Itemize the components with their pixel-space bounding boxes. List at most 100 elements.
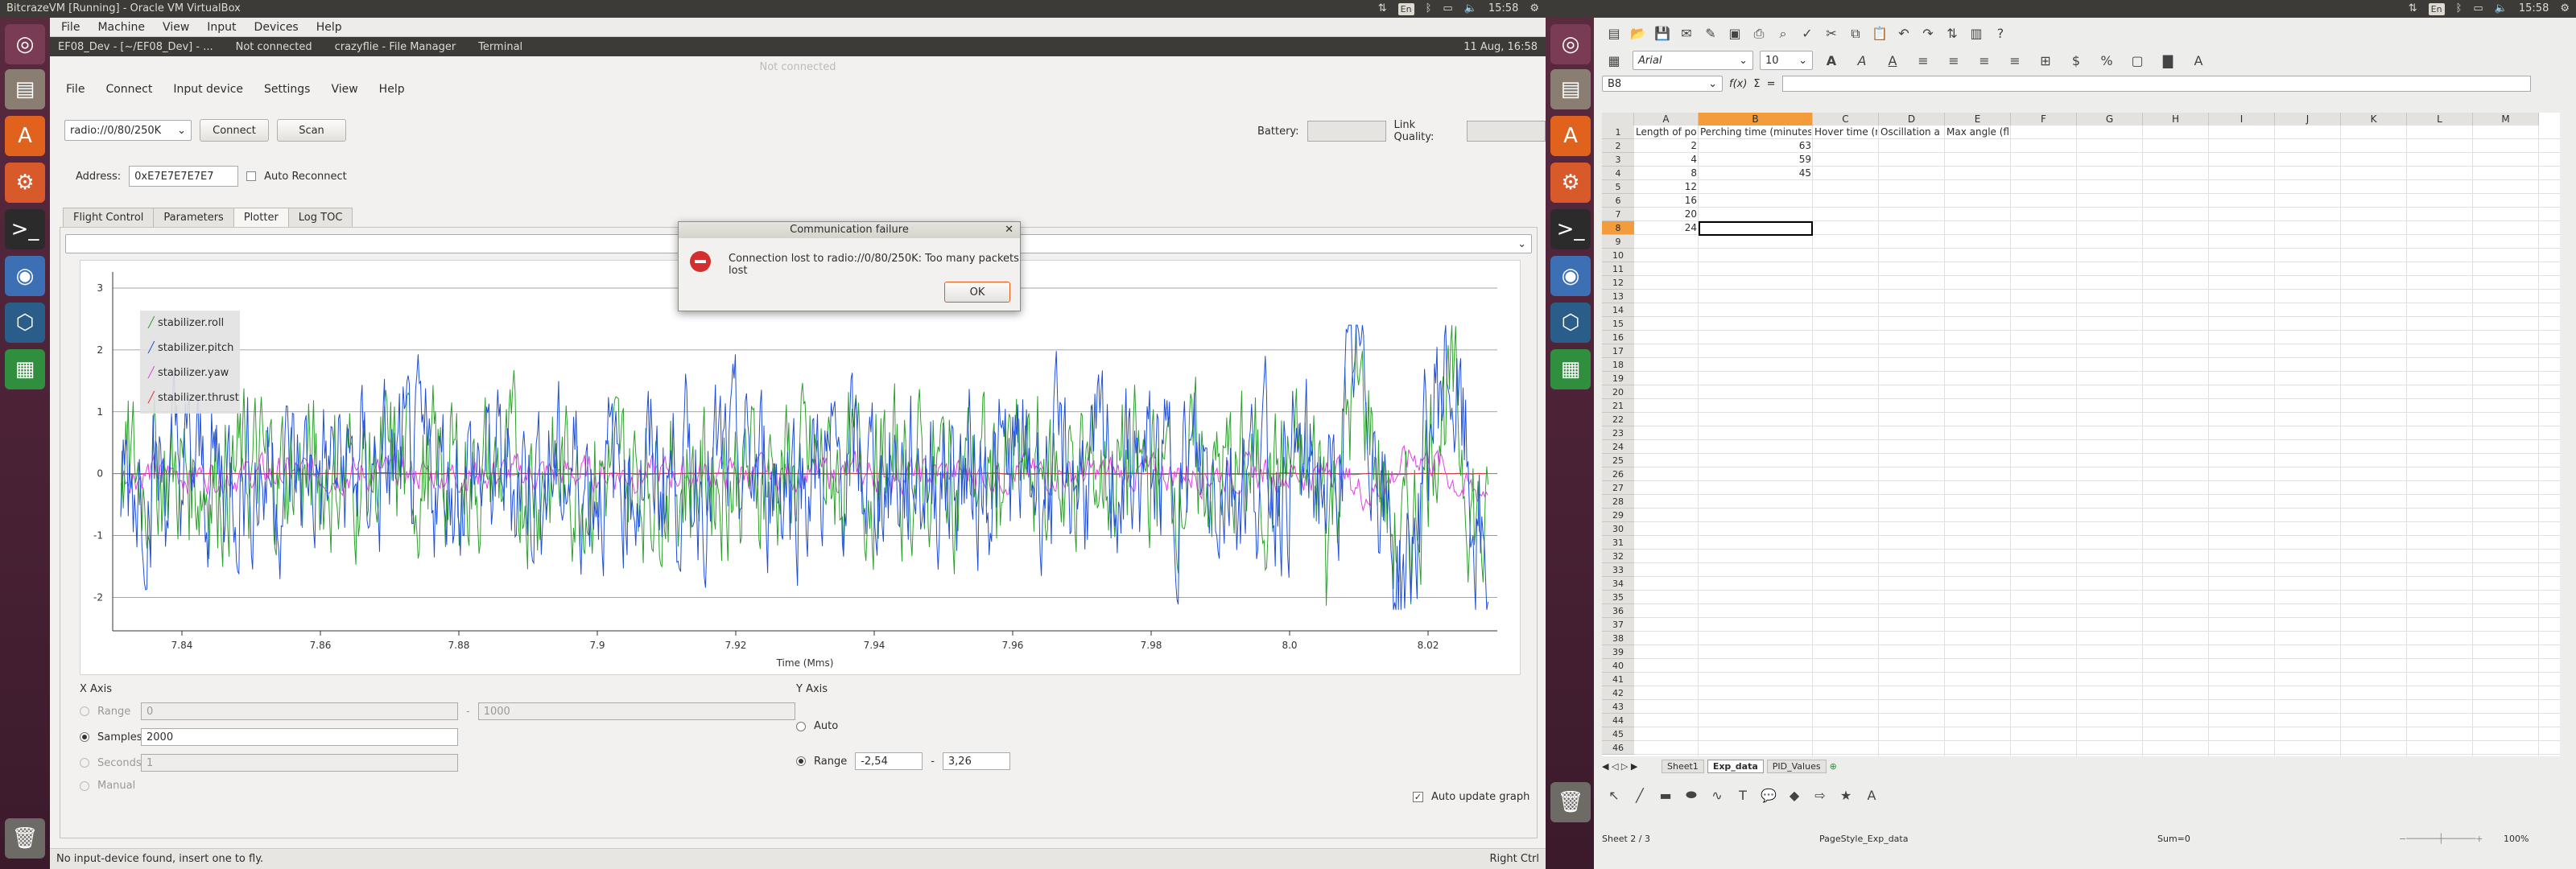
row-header[interactable]: 7 bbox=[1602, 208, 1634, 221]
row-header[interactable]: 36 bbox=[1602, 604, 1634, 618]
settings-icon[interactable]: ⚙ bbox=[1550, 163, 1591, 203]
data-cell[interactable]: 63 bbox=[1700, 140, 1811, 151]
row-header[interactable]: 6 bbox=[1602, 194, 1634, 208]
data-cell[interactable]: 2 bbox=[1636, 140, 1697, 151]
sort-icon[interactable]: ⇅ bbox=[1940, 21, 1964, 45]
add-sheet-icon[interactable]: ⊕ bbox=[1830, 761, 1837, 772]
spellcheck-icon[interactable]: ✓ bbox=[1795, 21, 1819, 45]
align-left-icon[interactable]: ≡ bbox=[1911, 48, 1935, 72]
gear-icon[interactable]: ⚙ bbox=[2560, 0, 2570, 18]
y-range-max[interactable]: 3,26 bbox=[942, 752, 1010, 770]
column-header[interactable]: I bbox=[2209, 113, 2275, 126]
column-header[interactable]: B bbox=[1699, 113, 1813, 126]
x-range-to[interactable]: 1000 bbox=[477, 702, 795, 720]
vbox-menu-file[interactable]: File bbox=[61, 21, 80, 34]
ellipse-icon[interactable]: ⬬ bbox=[1679, 783, 1703, 807]
row-header[interactable]: 46 bbox=[1602, 741, 1634, 755]
y-range-min[interactable]: -2,54 bbox=[855, 752, 923, 770]
row-header[interactable]: 32 bbox=[1602, 550, 1634, 563]
menu-input-device[interactable]: Input device bbox=[173, 83, 243, 96]
row-header[interactable]: 19 bbox=[1602, 372, 1634, 385]
row-header[interactable]: 45 bbox=[1602, 727, 1634, 741]
row-header[interactable]: 1 bbox=[1602, 126, 1634, 139]
cut-icon[interactable]: ✂ bbox=[1819, 21, 1843, 45]
x-manual-radio[interactable] bbox=[80, 780, 89, 791]
volume-icon[interactable]: 🔈 bbox=[1464, 0, 1477, 18]
line-icon[interactable]: ╱ bbox=[1628, 783, 1652, 807]
close-icon[interactable]: ✕ bbox=[1005, 222, 1013, 238]
text-icon[interactable]: T bbox=[1731, 783, 1755, 807]
shapes-icon[interactable]: ◆ bbox=[1782, 783, 1806, 807]
row-header[interactable]: 30 bbox=[1602, 522, 1634, 536]
open-icon[interactable]: 📂 bbox=[1626, 21, 1650, 45]
column-header[interactable]: E bbox=[1945, 113, 2011, 126]
row-header[interactable]: 15 bbox=[1602, 317, 1634, 331]
virtualbox-icon[interactable]: ⬡ bbox=[5, 303, 45, 343]
x-samples-radio[interactable] bbox=[80, 732, 89, 742]
files-icon[interactable]: ▤ bbox=[5, 69, 45, 109]
row-header[interactable]: 44 bbox=[1602, 714, 1634, 727]
row-header[interactable]: 10 bbox=[1602, 249, 1634, 262]
data-cell[interactable]: 8 bbox=[1636, 167, 1697, 179]
vbox-menu-devices[interactable]: Devices bbox=[254, 21, 299, 34]
row-header[interactable]: 33 bbox=[1602, 563, 1634, 577]
row-header[interactable]: 31 bbox=[1602, 536, 1634, 550]
gear-icon[interactable]: ⚙ bbox=[1530, 0, 1539, 18]
auto-update-checkbox[interactable]: ✓ bbox=[1413, 792, 1423, 802]
radio-uri-select[interactable]: radio://0/80/250K ⌄ bbox=[64, 120, 192, 141]
column-header[interactable]: C bbox=[1813, 113, 1879, 126]
align-center-icon[interactable]: ≡ bbox=[1942, 48, 1966, 72]
curve-icon[interactable]: ∿ bbox=[1705, 783, 1729, 807]
row-header[interactable]: 21 bbox=[1602, 399, 1634, 413]
terminal-icon[interactable]: >_ bbox=[5, 209, 45, 249]
row-header[interactable]: 41 bbox=[1602, 673, 1634, 686]
menu-file[interactable]: File bbox=[66, 83, 85, 96]
sheet-tab-1[interactable]: Sheet1 bbox=[1662, 759, 1704, 773]
terminal-icon[interactable]: >_ bbox=[1550, 209, 1591, 249]
tab-parameters[interactable]: Parameters bbox=[153, 208, 234, 227]
paste-icon[interactable]: 📋 bbox=[1868, 21, 1892, 45]
select-icon[interactable]: ↖ bbox=[1602, 783, 1626, 807]
percent-icon[interactable]: % bbox=[2095, 48, 2119, 72]
row-header[interactable]: 18 bbox=[1602, 358, 1634, 372]
trash-icon[interactable]: 🗑 bbox=[1550, 782, 1591, 822]
borders-icon[interactable]: ▢ bbox=[2125, 48, 2149, 72]
keyboard-layout[interactable]: En bbox=[2428, 2, 2445, 15]
row-header[interactable]: 40 bbox=[1602, 659, 1634, 673]
volume-icon[interactable]: 🔈 bbox=[2495, 0, 2508, 18]
function-wizard-icon[interactable]: f(x) bbox=[1729, 78, 1747, 90]
row-header[interactable]: 27 bbox=[1602, 481, 1634, 495]
data-cell[interactable]: 24 bbox=[1636, 222, 1697, 233]
software-center-icon[interactable]: A bbox=[1550, 116, 1591, 156]
auto-reconnect-checkbox[interactable] bbox=[246, 171, 257, 181]
row-header[interactable]: 11 bbox=[1602, 262, 1634, 276]
print-icon[interactable]: ⎙ bbox=[1747, 22, 1771, 46]
row-header[interactable]: 12 bbox=[1602, 276, 1634, 290]
row-header[interactable]: 34 bbox=[1602, 577, 1634, 591]
x-range-radio[interactable] bbox=[80, 706, 89, 716]
battery-icon[interactable]: ▭ bbox=[2473, 0, 2483, 18]
menu-help[interactable]: Help bbox=[379, 83, 405, 96]
data-cell[interactable]: 4 bbox=[1636, 154, 1697, 165]
column-header[interactable]: F bbox=[2011, 113, 2077, 126]
network-icon[interactable]: ⇅ bbox=[2409, 0, 2417, 18]
selected-cell[interactable] bbox=[1699, 221, 1813, 236]
zoom-slider[interactable]: −──────┼──────+ bbox=[2399, 834, 2504, 844]
chart-icon[interactable]: ▥ bbox=[1964, 21, 1988, 45]
header-cell[interactable]: Max angle (flat aluminium plate) bbox=[1946, 126, 2009, 138]
row-header[interactable]: 38 bbox=[1602, 632, 1634, 645]
sheet-tab-pid-values[interactable]: PID_Values bbox=[1766, 759, 1827, 773]
row-header[interactable]: 35 bbox=[1602, 591, 1634, 604]
name-box[interactable]: B8 ⌄ bbox=[1602, 76, 1723, 92]
font-name-select[interactable]: Arial ⌄ bbox=[1633, 51, 1753, 70]
trash-icon[interactable]: 🗑 bbox=[5, 818, 45, 859]
column-header[interactable]: H bbox=[2143, 113, 2209, 126]
x-samples-input[interactable]: 2000 bbox=[141, 728, 458, 746]
calc-icon[interactable]: ▦ bbox=[1550, 349, 1591, 389]
row-header[interactable]: 42 bbox=[1602, 686, 1634, 700]
clock[interactable]: 15:58 bbox=[1488, 0, 1518, 18]
row-header[interactable]: 26 bbox=[1602, 467, 1634, 481]
row-header[interactable]: 20 bbox=[1602, 385, 1634, 399]
bluetooth-icon[interactable]: ᛒ bbox=[2456, 0, 2462, 18]
x-seconds-radio[interactable] bbox=[80, 758, 89, 768]
